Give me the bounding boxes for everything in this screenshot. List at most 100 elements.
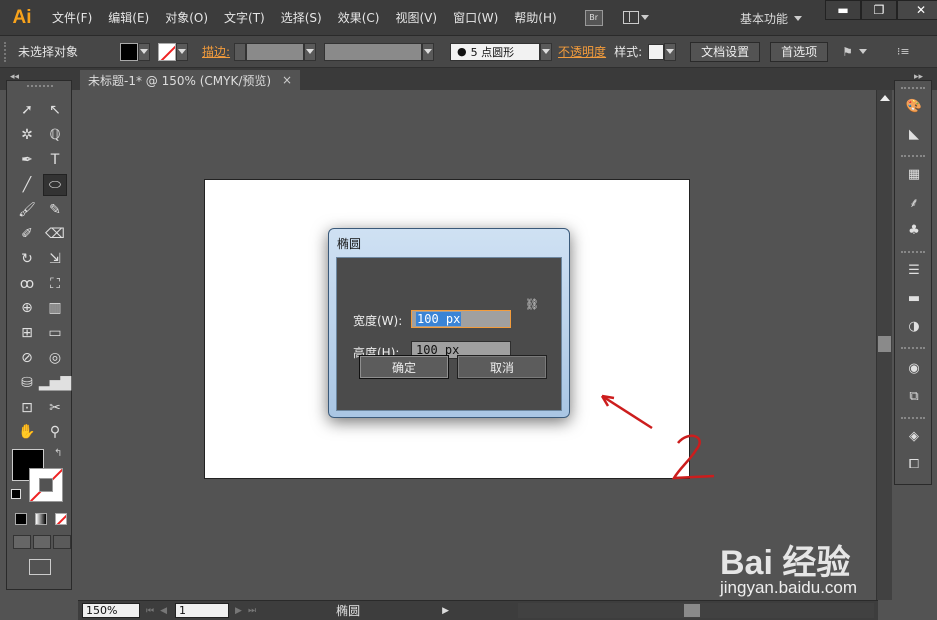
close-tab-icon[interactable]: × [282, 73, 292, 87]
color-panel-icon[interactable]: 🎨 [904, 97, 924, 115]
grip-handle[interactable] [4, 41, 10, 62]
menu-window[interactable]: 窗口(W) [445, 0, 506, 36]
slice-tool-icon[interactable]: ✂ [43, 397, 67, 419]
vertical-scrollbar[interactable] [876, 90, 892, 600]
document-setup-button[interactable]: 文档设置 [690, 41, 761, 62]
draw-behind-icon[interactable] [33, 535, 51, 549]
default-colors-icon[interactable] [11, 489, 21, 499]
swap-colors-icon[interactable]: ↰ [54, 448, 62, 459]
first-artboard-icon[interactable]: ⏮ [146, 606, 154, 616]
gradient-panel-icon[interactable]: ▬ [904, 289, 924, 307]
grip-handle[interactable] [901, 155, 925, 157]
stroke-weight-stepper[interactable] [234, 42, 247, 61]
status-menu-icon[interactable]: ▶ [442, 606, 449, 616]
stroke-dropdown[interactable] [176, 42, 188, 61]
zoom-field[interactable]: 150% [82, 603, 140, 618]
hand-tool-icon[interactable]: ✋ [15, 421, 39, 443]
column-graph-tool-icon[interactable]: ▂▅▇ [39, 372, 71, 394]
artboard-number-field[interactable]: 1 [175, 603, 230, 618]
grip-handle[interactable] [901, 417, 925, 419]
brush-dropdown[interactable] [540, 42, 553, 61]
perspective-grid-tool-icon[interactable]: ▥ [43, 297, 67, 319]
symbols-panel-icon[interactable]: ♣ [904, 221, 924, 239]
menu-view[interactable]: 视图(V) [387, 0, 445, 36]
horizontal-scrollbar[interactable] [518, 603, 874, 618]
scale-tool-icon[interactable]: ⇲ [43, 248, 67, 270]
opacity-link[interactable]: 不透明度 [558, 43, 606, 60]
gradient-mode-icon[interactable] [35, 513, 47, 525]
appearance-panel-icon[interactable]: ◉ [904, 359, 924, 377]
color-mode-icon[interactable] [15, 513, 27, 525]
swatches-panel-icon[interactable]: ▦ [904, 165, 924, 183]
minimize-button[interactable]: ▬ [825, 0, 861, 20]
ellipse-tool-icon[interactable]: ⬭ [43, 174, 67, 196]
scroll-up-icon[interactable] [880, 95, 890, 101]
chevron-down-icon[interactable] [858, 49, 867, 54]
gradient-tool-icon[interactable]: ▭ [43, 322, 67, 344]
preferences-button[interactable]: 首选项 [770, 41, 829, 62]
profile-dropdown[interactable] [422, 42, 435, 61]
stroke-color-box[interactable] [29, 468, 63, 502]
stroke-link[interactable]: 描边: [202, 43, 230, 60]
artboard-tool-icon[interactable]: ⊡ [15, 397, 39, 419]
stroke-weight-field[interactable] [246, 42, 305, 61]
mesh-tool-icon[interactable]: ⊞ [15, 322, 39, 344]
grip-handle[interactable] [901, 87, 925, 89]
pencil-tool-icon[interactable]: ✎ [43, 199, 67, 221]
eraser-tool-icon[interactable]: ⌫ [43, 223, 67, 245]
workspace-switcher[interactable]: 基本功能 [740, 0, 803, 36]
variable-width-profile[interactable] [324, 42, 423, 61]
direct-selection-tool-icon[interactable]: ↖ [43, 99, 67, 121]
pen-tool-icon[interactable]: ✒ [15, 149, 39, 171]
free-transform-tool-icon[interactable]: ⛶ [43, 273, 67, 295]
constrain-proportions-icon[interactable]: ⛓ [525, 296, 539, 312]
horizontal-scroll-thumb[interactable] [684, 604, 700, 617]
zoom-tool-icon[interactable]: ⚲ [43, 421, 67, 443]
vertical-scroll-thumb[interactable] [878, 336, 891, 352]
menu-type[interactable]: 文字(T) [216, 0, 273, 36]
blend-tool-icon[interactable]: ◎ [43, 347, 67, 369]
screen-mode-icon[interactable] [29, 559, 51, 575]
fill-dropdown[interactable] [138, 42, 150, 61]
stroke-swatch[interactable] [158, 42, 176, 61]
width-input[interactable]: 100 px [411, 310, 511, 328]
menu-select[interactable]: 选择(S) [273, 0, 330, 36]
prev-artboard-icon[interactable]: ◀ [160, 606, 167, 616]
bridge-icon[interactable]: Br [584, 9, 603, 26]
eyedropper-tool-icon[interactable]: ⊘ [15, 347, 39, 369]
ok-button[interactable]: 确定 [359, 355, 449, 379]
cancel-button[interactable]: 取消 [457, 355, 547, 379]
stroke-weight-dropdown[interactable] [304, 42, 317, 61]
rotate-tool-icon[interactable]: ↻ [15, 248, 39, 270]
magic-wand-tool-icon[interactable]: ✲ [15, 124, 39, 146]
document-tab[interactable]: 未标题-1* @ 150% (CMYK/预览) × [80, 70, 300, 90]
graphic-style-swatch[interactable] [648, 43, 665, 60]
next-artboard-icon[interactable]: ▶ [235, 606, 242, 616]
line-tool-icon[interactable]: ╱ [15, 174, 39, 196]
shape-builder-tool-icon[interactable]: ⊕ [15, 297, 39, 319]
menu-edit[interactable]: 编辑(E) [100, 0, 157, 36]
draw-normal-icon[interactable] [13, 535, 31, 549]
grip-handle[interactable] [27, 85, 53, 88]
draw-inside-icon[interactable] [53, 535, 71, 549]
lasso-tool-icon[interactable]: ℚ [43, 124, 67, 146]
symbol-sprayer-tool-icon[interactable]: ⛁ [15, 372, 39, 394]
brushes-panel-icon[interactable]: ⸙ [904, 193, 924, 211]
panel-menu-icon[interactable]: ⁝≡ [897, 45, 910, 58]
fill-swatch[interactable] [120, 42, 138, 61]
graphic-styles-panel-icon[interactable]: ⧉ [904, 387, 924, 405]
warp-tool-icon[interactable]: ꝏ [15, 273, 39, 295]
menu-help[interactable]: 帮助(H) [506, 0, 564, 36]
selection-tool-icon[interactable]: ➚ [15, 99, 39, 121]
brush-definition[interactable]: ● 5 点圆形 [450, 42, 541, 61]
menu-effect[interactable]: 效果(C) [330, 0, 388, 36]
menu-object[interactable]: 对象(O) [157, 0, 216, 36]
color-guide-icon[interactable]: ◣ [904, 125, 924, 143]
arrange-documents-icon[interactable] [622, 11, 649, 24]
grip-handle[interactable] [901, 347, 925, 349]
layers-panel-icon[interactable]: ◈ [904, 427, 924, 445]
paintbrush-tool-icon[interactable]: 🖌 [15, 199, 39, 221]
type-tool-icon[interactable]: T [43, 149, 67, 171]
grip-handle[interactable] [901, 251, 925, 253]
style-dropdown[interactable] [664, 42, 677, 61]
